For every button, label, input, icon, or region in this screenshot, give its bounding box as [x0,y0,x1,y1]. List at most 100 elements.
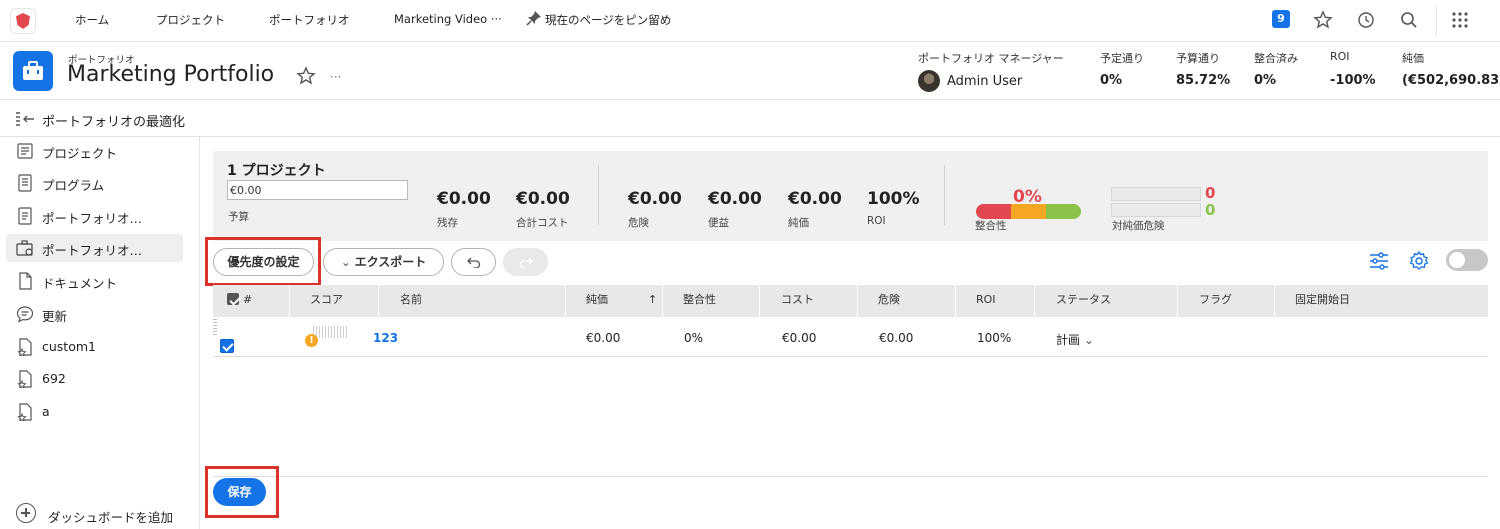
benefit-value: €0.00 [708,189,762,209]
favorite-star-icon[interactable] [296,66,316,86]
nav-projects[interactable]: プロジェクト [156,12,225,28]
pin-icon[interactable] [526,10,542,26]
risk-bar-bottom [1111,203,1201,217]
benefit-label: 便益 [708,217,729,229]
row-checkbox[interactable] [220,339,234,353]
column-header-status[interactable]: ステータス [1056,285,1111,317]
plus-circle-icon [16,503,36,523]
column-header-roi[interactable]: ROI [976,285,996,317]
add-dashboard-label: ダッシュボードを追加 [48,510,174,525]
summary-divider [598,165,599,225]
column-divider [1177,285,1178,317]
export-button[interactable]: ⌄ エクスポート [323,248,444,276]
collapse-sidebar-icon[interactable] [14,111,36,127]
column-header-net-value[interactable]: 純価 [586,285,608,317]
more-options-icon[interactable]: ··· [330,70,341,84]
gauge-orange-segment [1010,204,1047,219]
sidebar-item-label: ドキュメント [42,276,118,291]
stat-value-aligned: 0% [1254,73,1277,88]
nav-home[interactable]: ホーム [75,12,109,28]
nav-portfolio[interactable]: ポートフォリオ [269,12,350,28]
sidebar-item-programs[interactable]: プログラム [6,169,183,197]
nav-divider [1436,6,1437,36]
notification-badge[interactable]: 9 [1272,10,1290,28]
app-logo[interactable] [10,8,36,34]
custom-section-icon [17,338,32,356]
sidebar-item-projects[interactable]: プロジェクト [6,137,183,165]
sidebar-item-portfolio-optimizer[interactable]: ポートフォリオ… [6,234,183,262]
nav-pin-page[interactable]: 現在のページをピン留め [545,12,671,28]
gear-icon[interactable] [1408,250,1430,272]
sidebar-item-portfolio-details[interactable]: ポートフォリオ… [6,202,183,230]
status-dropdown[interactable]: 計画 ⌄ [1056,331,1094,348]
cell-roi: 100% [977,331,1012,345]
undo-icon [466,257,480,269]
logo-mark-icon [16,13,30,29]
page-title: Marketing Portfolio [67,62,275,87]
sidebar-item-custom1[interactable]: custom1 [6,333,183,361]
column-header-cost[interactable]: コスト [781,285,814,317]
column-header-flag[interactable]: フラグ [1199,285,1232,317]
score-bar [313,326,348,338]
risk-label: 危険 [628,217,649,229]
column-header-risk[interactable]: 危険 [878,285,900,317]
budget-label: 予算 [228,211,249,223]
column-divider [378,285,379,317]
sidebar-item-documents[interactable]: ドキュメント [6,267,183,295]
column-header-alignment[interactable]: 整合性 [683,285,716,317]
app-grid-icon[interactable] [1450,10,1470,30]
redo-button[interactable] [503,248,548,276]
budget-input[interactable] [227,180,408,200]
sub-header: ポートフォリオの最適化 [0,101,1500,137]
stat-label-on-budget: 予算通り [1176,52,1220,65]
sidebar: プロジェクト プログラム ポートフォリオ… ポートフォリオ… ドキュメント 更新… [0,137,200,529]
undo-button[interactable] [451,248,496,276]
star-icon[interactable] [1313,10,1333,30]
sort-ascending-icon[interactable]: ↑ [648,285,657,317]
portfolio-icon [13,51,53,91]
sidebar-item-updates[interactable]: 更新 [6,300,183,328]
net-value-value: €0.00 [788,189,842,209]
summary-panel: 1 プロジェクト 予算 €0.00 残存 €0.00 合計コスト €0.00 危… [213,151,1488,241]
chevron-down-icon: ⌄ [340,255,355,269]
select-all-checkbox[interactable] [227,293,239,305]
alignment-label: 整合性 [975,220,1007,232]
sidebar-item-label: ポートフォリオ… [42,211,143,226]
custom-section-icon [17,370,32,388]
sidebar-item-a[interactable]: a [6,398,183,426]
view-toggle[interactable] [1446,249,1488,271]
project-name-link[interactable]: 123 [373,331,398,345]
nav-recent-item[interactable]: Marketing Video ··· [394,12,502,26]
cell-cost: €0.00 [782,331,817,345]
sidebar-item-label: ポートフォリオ… [42,243,143,258]
table-row[interactable]: ! 123 €0.00 0% €0.00 €0.00 100% 計画 ⌄ [213,317,1488,357]
status-value: 計画 [1056,333,1081,347]
column-header-fixed-start-date[interactable]: 固定開始日 [1295,285,1350,317]
programs-icon [18,174,32,192]
summary-divider [944,165,945,225]
risk-vs-net-label: 対純価危険 [1112,220,1165,232]
manager-name[interactable]: Admin User [947,74,1022,89]
sidebar-item-label: 更新 [42,309,68,324]
sidebar-item-692[interactable]: 692 [6,365,183,393]
filter-settings-icon[interactable] [1368,250,1390,272]
history-icon[interactable] [1356,10,1376,30]
chevron-down-icon: ⌄ [1083,333,1094,347]
stat-label-net-value: 純価 [1402,52,1424,65]
risk-bar-top [1111,187,1201,201]
footer-divider [213,476,1488,477]
column-header-score[interactable]: スコア [310,285,343,317]
gauge-red-segment [976,204,1011,219]
search-icon[interactable] [1399,10,1419,30]
column-header-number[interactable]: # [243,285,252,317]
add-dashboard-button[interactable]: ダッシュボードを追加 [16,503,206,527]
drag-handle-icon[interactable] [213,319,217,335]
highlight-box [205,466,279,518]
column-header-name[interactable]: 名前 [400,285,422,317]
sidebar-item-label: プログラム [42,178,105,193]
remaining-value: €0.00 [437,189,491,209]
roi-value: 100% [867,189,920,209]
stat-value-on-budget: 85.72% [1176,73,1231,88]
column-divider [1274,285,1275,317]
column-divider [662,285,663,317]
